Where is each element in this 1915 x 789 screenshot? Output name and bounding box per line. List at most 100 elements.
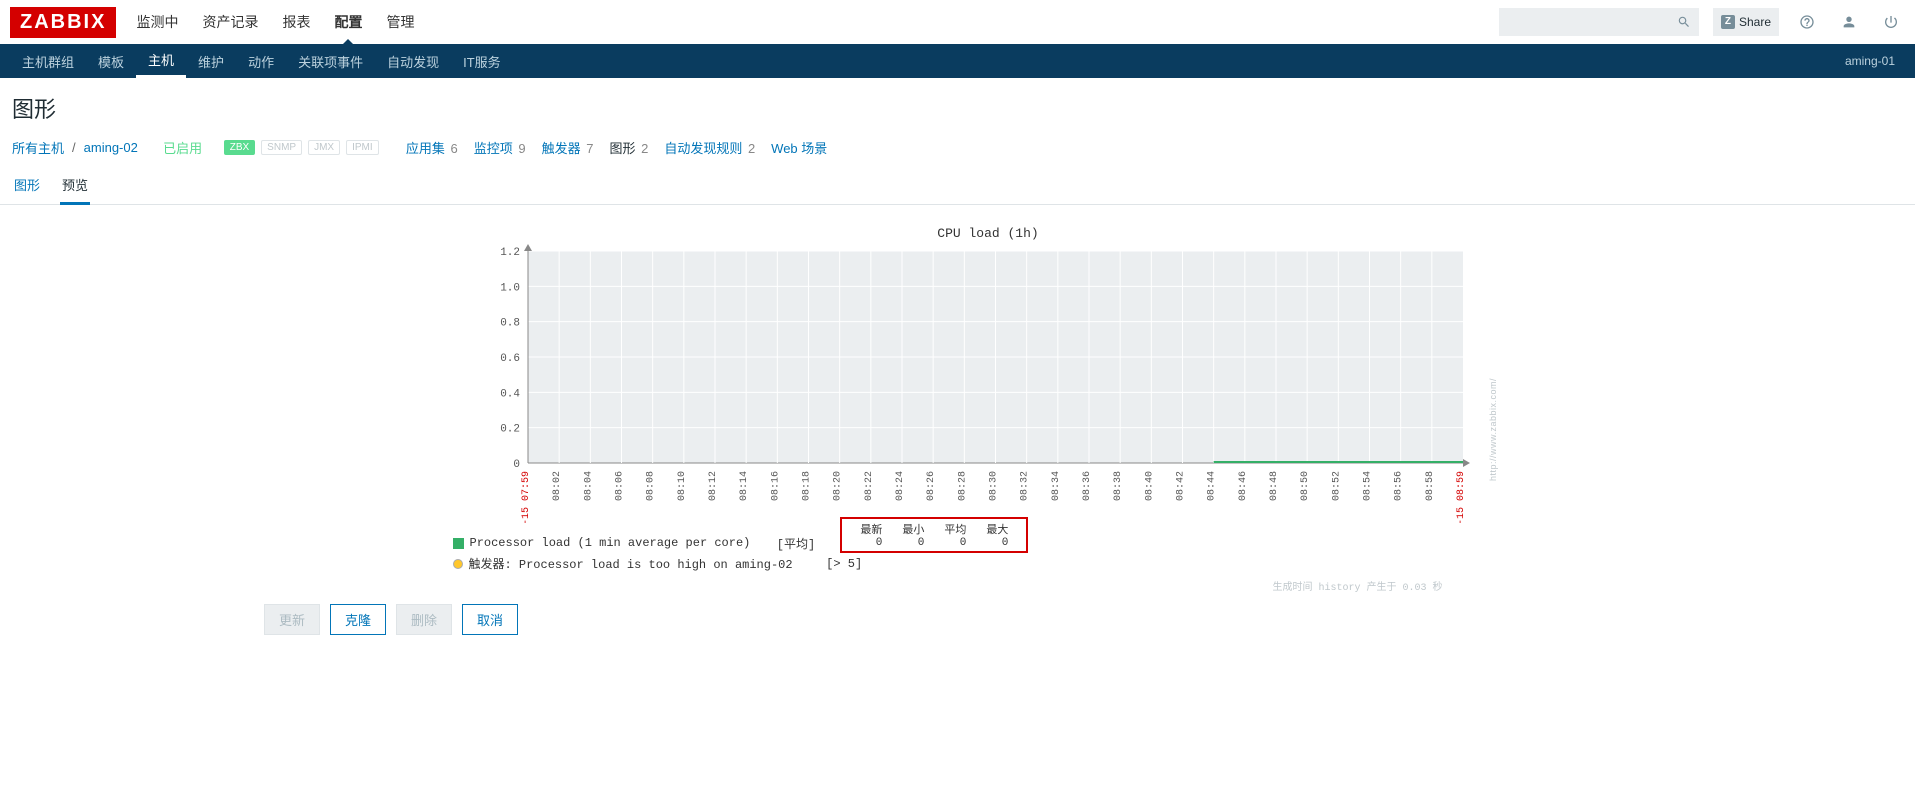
enabled-label: 已启用: [163, 138, 202, 157]
legend-trigger-row: 触发器: Processor load is too high on aming…: [433, 555, 1483, 572]
svg-text:08:56: 08:56: [1393, 471, 1404, 501]
tab-0[interactable]: 图形: [12, 167, 42, 204]
legend-swatch-green: [453, 538, 464, 549]
svg-text:1.2: 1.2: [500, 247, 520, 259]
svg-text:01-15 07:59: 01-15 07:59: [521, 471, 532, 523]
badge-ipmi: IPMI: [346, 140, 379, 155]
svg-text:08:48: 08:48: [1269, 471, 1280, 501]
legend-swatch-trigger: [453, 559, 463, 569]
topbar-right: Z Share: [1499, 8, 1905, 36]
svg-text:08:50: 08:50: [1300, 471, 1311, 501]
page-title: 图形: [0, 78, 1915, 134]
svg-text:08:54: 08:54: [1362, 471, 1373, 501]
svg-text:08:10: 08:10: [676, 471, 687, 501]
cancel-button[interactable]: 取消: [462, 604, 518, 635]
svg-text:08:30: 08:30: [988, 471, 999, 501]
svg-text:08:52: 08:52: [1331, 471, 1342, 501]
topnav-item-1[interactable]: 资产记录: [202, 0, 258, 44]
breadcrumb-sep: /: [72, 140, 76, 155]
secondary-nav-host[interactable]: aming-01: [1845, 54, 1905, 68]
svg-text:08:40: 08:40: [1144, 471, 1155, 501]
user-icon[interactable]: [1835, 8, 1863, 36]
legend-series-name: Processor load (1 min average per core): [470, 536, 751, 550]
svg-text:08:38: 08:38: [1113, 471, 1124, 501]
legend-trigger-name: 触发器: Processor load is too high on aming…: [469, 555, 793, 572]
legend-agg: [平均]: [777, 535, 815, 552]
svg-text:08:22: 08:22: [863, 471, 874, 501]
topnav-item-4[interactable]: 管理: [386, 0, 414, 44]
svg-text:0.4: 0.4: [500, 388, 520, 400]
logo[interactable]: ZABBIX: [10, 7, 116, 38]
host-count-1[interactable]: 监控项 9: [474, 141, 526, 156]
all-hosts-link[interactable]: 所有主机: [12, 138, 64, 157]
host-count-3[interactable]: 图形 2: [609, 141, 648, 156]
secnav-item-2[interactable]: 主机: [136, 44, 186, 78]
secnav-item-3[interactable]: 维护: [186, 44, 236, 78]
power-icon[interactable]: [1877, 8, 1905, 36]
delete-button: 删除: [396, 604, 452, 635]
top-nav: 监测中资产记录报表配置管理: [136, 0, 414, 44]
host-count-4[interactable]: 自动发现规则 2: [664, 141, 755, 156]
host-count-2[interactable]: 触发器 7: [542, 141, 594, 156]
svg-text:08:14: 08:14: [739, 471, 750, 501]
svg-text:08:26: 08:26: [926, 471, 937, 501]
svg-text:0: 0: [513, 459, 520, 471]
host-count-5[interactable]: Web 场景: [771, 141, 829, 156]
svg-text:08:42: 08:42: [1175, 471, 1186, 501]
chart-container: CPU load (1h)00.20.40.60.81.01.208:0208:…: [433, 223, 1483, 523]
secondary-nav: 主机群组模板主机维护动作关联项事件自动发现IT服务 aming-01: [0, 44, 1915, 78]
svg-text:08:08: 08:08: [645, 471, 656, 501]
action-buttons: 更新 克隆 删除 取消: [12, 594, 1903, 635]
svg-text:08:02: 08:02: [552, 471, 563, 501]
badge-snmp: SNMP: [261, 140, 302, 155]
tabs: 图形预览: [0, 167, 1915, 205]
secnav-item-0[interactable]: 主机群组: [10, 44, 86, 78]
legend-trigger-thresh: [> 5]: [826, 557, 862, 571]
help-icon[interactable]: [1793, 8, 1821, 36]
svg-text:08:44: 08:44: [1206, 471, 1217, 501]
share-button[interactable]: Z Share: [1713, 8, 1779, 36]
zabbix-share-icon: Z: [1721, 15, 1735, 29]
svg-text:08:36: 08:36: [1082, 471, 1093, 501]
chart-footer-note: 生成时间 history 产生于 0.03 秒: [433, 578, 1483, 594]
badge-jmx: JMX: [308, 140, 340, 155]
topnav-item-3[interactable]: 配置: [334, 0, 362, 44]
secnav-item-5[interactable]: 关联项事件: [286, 44, 375, 78]
badge-zbx: ZBX: [224, 140, 255, 155]
secnav-item-1[interactable]: 模板: [86, 44, 136, 78]
svg-text:08:34: 08:34: [1050, 471, 1061, 501]
secnav-item-4[interactable]: 动作: [236, 44, 286, 78]
clone-button[interactable]: 克隆: [330, 604, 386, 635]
search-input-wrap[interactable]: [1499, 8, 1699, 36]
tab-1[interactable]: 预览: [60, 167, 90, 205]
cpu-load-chart: CPU load (1h)00.20.40.60.81.01.208:0208:…: [433, 223, 1483, 523]
secnav-item-7[interactable]: IT服务: [451, 44, 513, 78]
svg-text:0.2: 0.2: [500, 424, 520, 436]
svg-text:08:28: 08:28: [957, 471, 968, 501]
svg-text:08:06: 08:06: [614, 471, 625, 501]
svg-text:08:20: 08:20: [832, 471, 843, 501]
svg-text:08:46: 08:46: [1237, 471, 1248, 501]
svg-text:08:32: 08:32: [1019, 471, 1030, 501]
svg-text:08:04: 08:04: [583, 471, 594, 501]
search-input[interactable]: [1507, 15, 1677, 29]
topnav-item-0[interactable]: 监测中: [136, 0, 178, 44]
watermark: http://www.zabbix.com/: [1489, 378, 1499, 481]
svg-text:08:18: 08:18: [801, 471, 812, 501]
secnav-item-6[interactable]: 自动发现: [375, 44, 451, 78]
legend-series-row: Processor load (1 min average per core) …: [433, 533, 1483, 553]
svg-text:0.8: 0.8: [500, 318, 520, 330]
legend: Processor load (1 min average per core) …: [433, 533, 1483, 594]
search-icon[interactable]: [1677, 15, 1691, 29]
svg-text:08:24: 08:24: [895, 471, 906, 501]
topbar: ZABBIX 监测中资产记录报表配置管理 Z Share: [0, 0, 1915, 44]
svg-text:08:12: 08:12: [708, 471, 719, 501]
svg-text:CPU load (1h): CPU load (1h): [937, 226, 1038, 241]
svg-text:01-15 08:59: 01-15 08:59: [1456, 471, 1467, 523]
topnav-item-2[interactable]: 报表: [282, 0, 310, 44]
legend-values-box: 最新最小平均最大 0000: [840, 517, 1028, 553]
svg-text:08:58: 08:58: [1424, 471, 1435, 501]
host-info-bar: 所有主机 / aming-02 已启用 ZBX SNMP JMX IPMI 应用…: [0, 134, 1915, 167]
host-count-0[interactable]: 应用集 6: [406, 141, 458, 156]
host-link[interactable]: aming-02: [84, 140, 138, 155]
